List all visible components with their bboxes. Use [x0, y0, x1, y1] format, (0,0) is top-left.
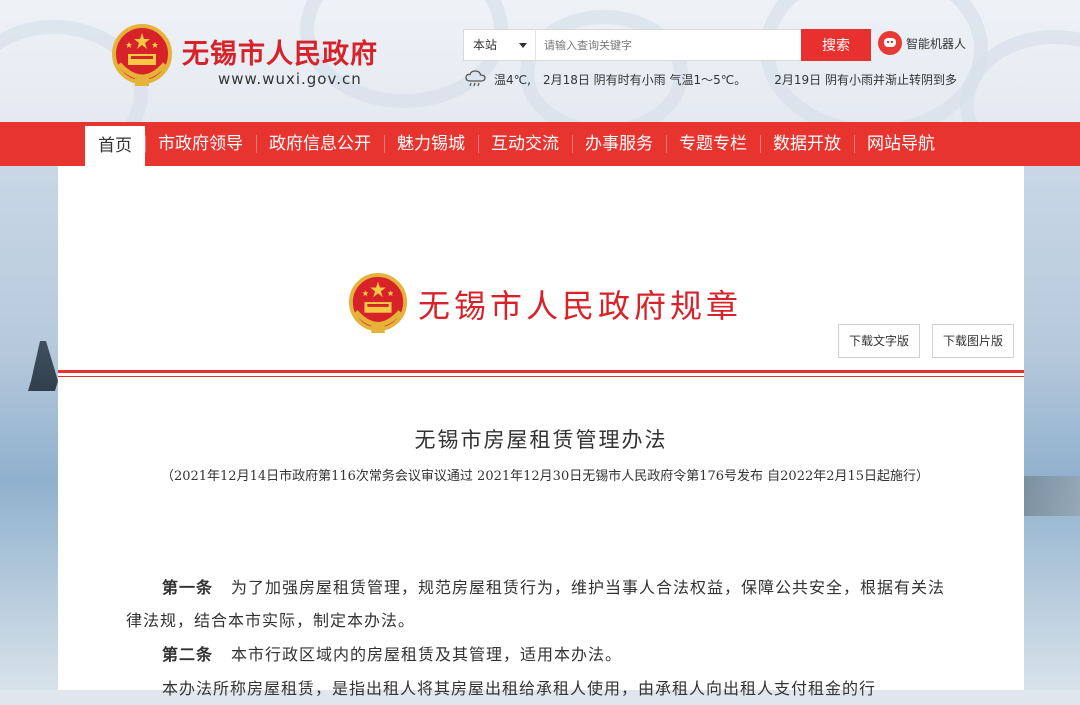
search-button[interactable]: 搜索 [801, 29, 871, 61]
download-image-button[interactable]: 下载图片版 [932, 324, 1015, 358]
weather-temp: 温4℃, [494, 72, 531, 87]
article-2: 第二条 本市行政区域内的房屋租赁及其管理，适用本办法。 [126, 638, 956, 671]
article-text: 为了加强房屋租赁管理，规范房屋租赁行为，维护当事人合法权益，保障公共安全，根据有… [126, 578, 946, 630]
article-number: 第一条 [162, 578, 214, 597]
nav-item-home[interactable]: 首页 [85, 126, 145, 166]
weather-tomorrow: 2月19日 阴有小雨并渐止转阴到多 [774, 72, 957, 87]
smart-robot-link[interactable]: 智能机器人 [878, 29, 966, 57]
nav-item-site-map[interactable]: 网站导航 [854, 122, 948, 166]
search-scope-select[interactable]: 本站 [464, 30, 536, 60]
cloud-rain-icon [465, 70, 486, 87]
main-nav: 首页 市政府领导 政府信息公开 魅力锡城 互动交流 办事服务 专题专栏 数据开放… [0, 122, 1080, 166]
national-emblem-icon[interactable] [111, 24, 173, 88]
site-title[interactable]: 无锡市人民政府 [182, 32, 378, 71]
site-url[interactable]: www.wuxi.gov.cn [218, 70, 362, 88]
chevron-down-icon [519, 43, 527, 48]
nav-item-open-data[interactable]: 数据开放 [760, 122, 854, 166]
article-number: 第二条 [162, 645, 214, 664]
weather-bar: 温4℃, 2月18日 阴有时有小雨 气温1～5℃。 2月19日 阴有小雨并渐止转… [464, 70, 969, 88]
nav-item-interaction[interactable]: 互动交流 [478, 122, 572, 166]
nav-item-topics[interactable]: 专题专栏 [666, 122, 760, 166]
nav-item-leaders[interactable]: 市政府领导 [145, 122, 256, 166]
article-text: 本市行政区域内的房屋租赁及其管理，适用本办法。 [231, 645, 623, 664]
search-input[interactable] [538, 30, 808, 60]
article-2-paragraph: 本办法所称房屋租赁，是指出租人将其房屋出租给承租人使用，由承租人向出租人支付租金… [162, 679, 877, 698]
document-note: （2021年12月14日市政府第116次常务会议审议通过 2021年12月30日… [160, 469, 930, 484]
nav-item-info-disclosure[interactable]: 政府信息公开 [256, 122, 384, 166]
regulation-banner-title: 无锡市人民政府规章 [418, 287, 743, 325]
download-text-button[interactable]: 下载文字版 [838, 324, 921, 358]
document-title: 无锡市房屋租赁管理办法 [414, 428, 668, 452]
boat-silhouette [28, 341, 58, 391]
red-divider [58, 370, 1024, 377]
search-box: 本站 搜索 [463, 29, 871, 61]
nav-item-services[interactable]: 办事服务 [572, 122, 666, 166]
robot-icon [878, 31, 902, 55]
nav-item-charm-city[interactable]: 魅力锡城 [384, 122, 478, 166]
regulation-banner: 无锡市人民政府规章 [348, 272, 742, 336]
dock-silhouette [1020, 476, 1080, 516]
weather-today: 2月18日 阴有时有小雨 气温1～5℃。 [542, 72, 747, 87]
content-panel: 无锡市人民政府规章 下载文字版 下载图片版 无锡市房屋租赁管理办法 （2021年… [58, 166, 1024, 698]
search-scope-label: 本站 [473, 38, 498, 52]
robot-label: 智能机器人 [906, 36, 967, 51]
article-1: 第一条 为了加强房屋租赁管理，规范房屋租赁行为，维护当事人合法权益，保障公共安全，… [126, 571, 956, 637]
national-emblem-icon [348, 273, 408, 334]
